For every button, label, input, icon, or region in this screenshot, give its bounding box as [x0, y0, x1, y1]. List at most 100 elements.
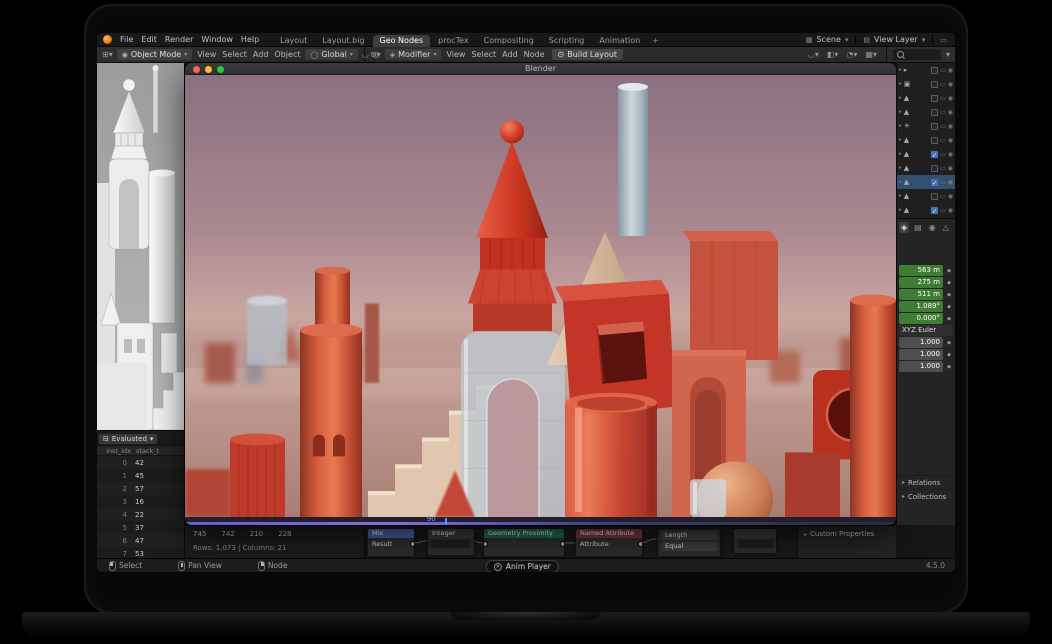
filter-icon[interactable]: ▾	[944, 50, 952, 59]
disclosure-icon[interactable]: ▸	[899, 165, 902, 171]
menu-edit[interactable]: Edit	[137, 35, 161, 44]
property-value[interactable]: 0.000°	[899, 313, 943, 324]
disclosure-icon[interactable]: ▸	[899, 137, 902, 143]
menu-file[interactable]: File	[116, 35, 137, 44]
keyframe-decorator-icon[interactable]: ◆	[945, 268, 953, 274]
outliner-checkbox[interactable]	[931, 165, 938, 172]
outliner-row[interactable]: ▸▲▭◉	[897, 133, 955, 147]
disclosure-icon[interactable]: ▸	[899, 123, 902, 129]
outliner-row[interactable]: ▸▸▭◉	[897, 63, 955, 77]
workspace-tab-layout-big[interactable]: Layout.big	[315, 35, 371, 47]
scene-selector[interactable]: Scene	[816, 35, 840, 44]
properties-panel-header[interactable]: ▸Relations	[897, 475, 955, 489]
zoom-button[interactable]	[217, 66, 224, 73]
outliner-checkbox[interactable]	[931, 193, 938, 200]
property-value[interactable]: 1.000	[899, 337, 943, 348]
node-integer[interactable]: Integer	[427, 528, 475, 556]
options-icon[interactable]: ▦▾	[863, 50, 879, 59]
hide-viewport-icon[interactable]: ▭	[940, 193, 946, 200]
node-title[interactable]: Integer	[428, 529, 474, 538]
properties-panel-header[interactable]: ▸Collections	[897, 489, 955, 503]
disable-render-icon[interactable]: ◉	[948, 207, 953, 214]
node-title[interactable]: Named Attribute	[576, 529, 642, 538]
cancel-icon[interactable]: ✕	[494, 563, 502, 571]
outliner-row[interactable]: ▸▲▭◉	[897, 105, 955, 119]
anim-player-indicator[interactable]: ✕ Anim Player	[486, 560, 559, 572]
hide-viewport-icon[interactable]: ▭	[940, 151, 946, 158]
outliner-checkbox[interactable]	[931, 95, 938, 102]
hide-viewport-icon[interactable]: ▭	[940, 123, 946, 130]
workspace-tab-scripting[interactable]: Scripting	[542, 35, 592, 47]
outliner-checkbox[interactable]	[931, 123, 938, 130]
node-title[interactable]: Geometry Proximity	[484, 529, 564, 538]
disable-render-icon[interactable]: ◉	[948, 67, 953, 74]
keyframe-decorator-icon[interactable]: ◆	[945, 364, 953, 370]
node-geometry-proximity[interactable]: Geometry Proximity	[483, 528, 565, 557]
viewport-menu-object[interactable]: Object	[271, 50, 303, 59]
disclosure-icon[interactable]: ▸	[899, 179, 902, 185]
workspace-tab-compositing[interactable]: Compositing	[477, 35, 541, 47]
node-menu-node[interactable]: Node	[521, 50, 548, 59]
node-context-selector[interactable]: ◈ Modifier ▾	[385, 49, 442, 60]
disclosure-icon[interactable]: ▸	[899, 151, 902, 157]
outliner-row[interactable]: ▸☀▭◉	[897, 119, 955, 133]
property-value[interactable]: XYZ Euler	[899, 325, 953, 336]
outliner-search-input[interactable]	[893, 49, 941, 60]
snapping-icon[interactable]: ◡▾	[806, 50, 821, 59]
outliner-checkbox[interactable]: ✓	[931, 207, 938, 214]
window-titlebar[interactable]: Blender	[185, 63, 896, 75]
disable-render-icon[interactable]: ◉	[948, 137, 953, 144]
hide-viewport-icon[interactable]: ▭	[940, 207, 946, 214]
disclosure-icon[interactable]: ▸	[899, 81, 902, 87]
property-value[interactable]: 1.089°	[899, 301, 943, 312]
object-properties-tab[interactable]: ◈	[899, 222, 909, 233]
integer-value-field[interactable]	[431, 540, 471, 548]
disable-render-icon[interactable]: ◉	[948, 193, 953, 200]
node-menu-view[interactable]: View	[443, 50, 468, 59]
render-viewport[interactable]	[185, 75, 896, 517]
disclosure-icon[interactable]: ▸	[899, 67, 902, 73]
hide-viewport-icon[interactable]: ▭	[940, 137, 946, 144]
orientation-selector[interactable]: ◯ Global ▾	[305, 49, 357, 60]
blender-logo-icon[interactable]	[103, 35, 112, 44]
editor-type-icon[interactable]: ⊚▾	[368, 50, 383, 59]
outliner-row[interactable]: ▸▲▭◉	[897, 161, 955, 175]
keyframe-decorator-icon[interactable]: ◆	[945, 352, 953, 358]
disable-render-icon[interactable]: ◉	[948, 81, 953, 88]
outliner-checkbox[interactable]	[931, 67, 938, 74]
property-value[interactable]: 1.000	[899, 349, 943, 360]
menu-window[interactable]: Window	[197, 35, 237, 44]
node-title[interactable]: Mix	[368, 529, 414, 538]
output-socket[interactable]	[638, 541, 643, 547]
outliner-checkbox[interactable]	[931, 137, 938, 144]
property-value[interactable]: 511 m	[899, 289, 943, 300]
node-menu-add[interactable]: Add	[499, 50, 521, 59]
playhead[interactable]	[445, 518, 447, 525]
hide-viewport-icon[interactable]: ▭	[940, 67, 946, 74]
disable-render-icon[interactable]: ◉	[948, 165, 953, 172]
display-icon[interactable]: ▭	[940, 36, 947, 44]
custom-properties-panel-header[interactable]: ▸ Custom Properties	[798, 526, 896, 538]
viewport-menu-view[interactable]: View	[194, 50, 219, 59]
viewport-menu-add[interactable]: Add	[250, 50, 272, 59]
overlays-icon[interactable]: ◧▾	[825, 50, 841, 59]
outliner-row[interactable]: ▸▣▭◉	[897, 77, 955, 91]
workspace-tab-animation[interactable]: Animation	[592, 35, 647, 47]
node-small[interactable]	[733, 528, 777, 554]
timeline-bar[interactable]	[185, 522, 896, 525]
disable-render-icon[interactable]: ◉	[948, 151, 953, 158]
keyframe-decorator-icon[interactable]: ◆	[945, 304, 953, 310]
compare-mode-dropdown[interactable]: Length	[661, 531, 717, 540]
column-header-inst-idx[interactable]: inst_idx	[97, 447, 136, 455]
minimize-button[interactable]	[205, 66, 212, 73]
node-named-attribute[interactable]: Named Attribute Attribute	[575, 528, 643, 557]
keyframe-decorator-icon[interactable]: ◆	[945, 280, 953, 286]
keyframe-decorator-icon[interactable]: ◆	[945, 340, 953, 346]
modifier-properties-tab[interactable]: ▤	[912, 222, 924, 233]
dataset-selector[interactable]: ⊟ Evaluated ▾	[99, 434, 157, 444]
hide-viewport-icon[interactable]: ▭	[940, 95, 946, 102]
disclosure-icon[interactable]: ▸	[899, 95, 902, 101]
node-tree-name-field[interactable]: ⊙ Build Layout	[552, 49, 624, 60]
menu-help[interactable]: Help	[237, 35, 263, 44]
outliner-row[interactable]: ▸▲▭◉	[897, 91, 955, 105]
